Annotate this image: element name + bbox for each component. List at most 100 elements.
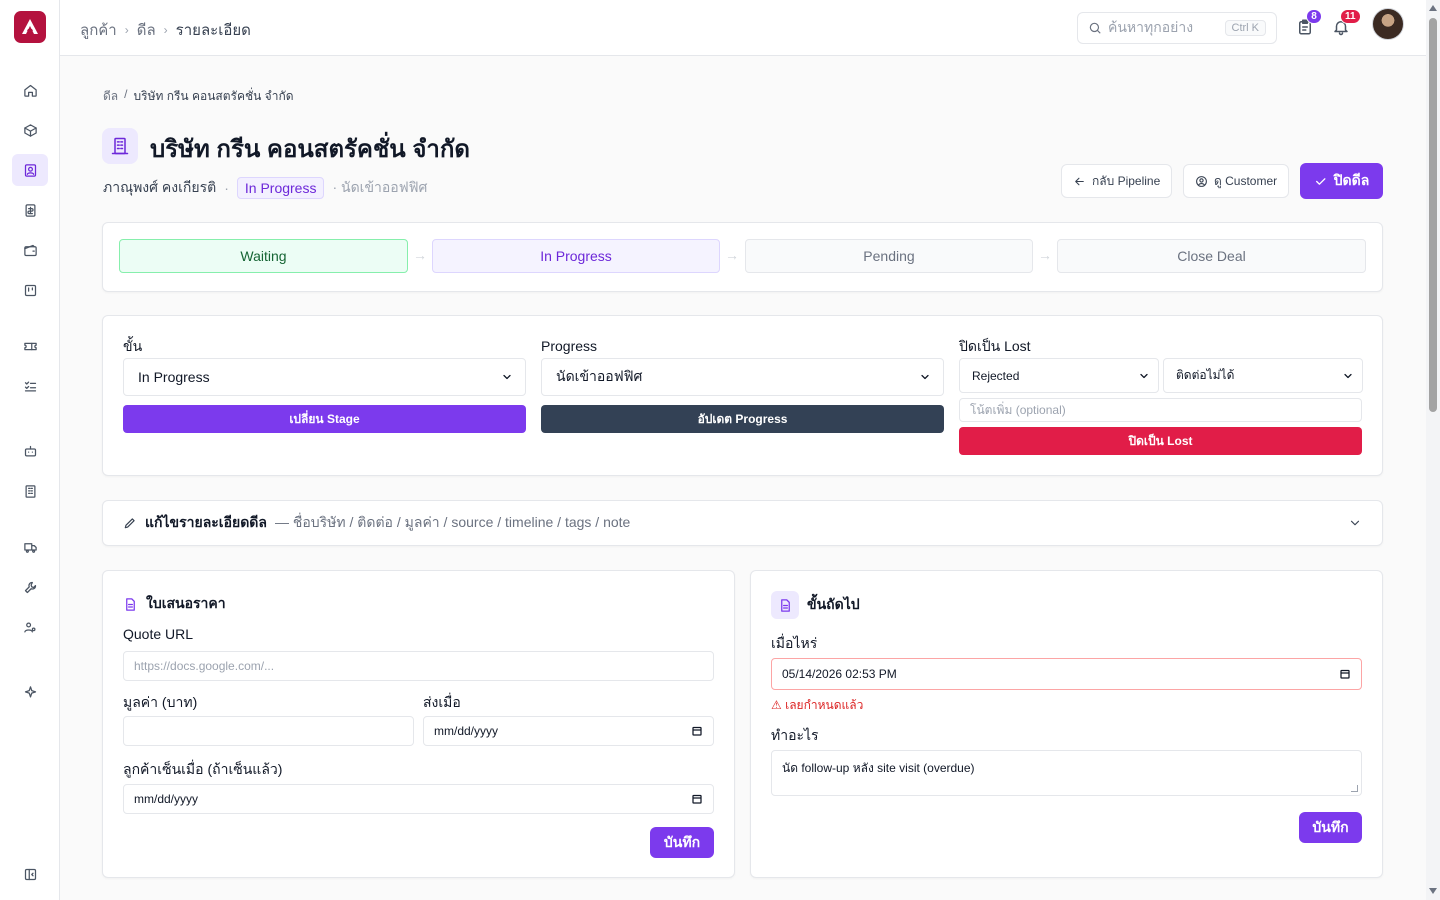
- notifications-badge: 11: [1340, 9, 1361, 24]
- stage-pending[interactable]: Pending: [745, 239, 1033, 273]
- stage-label: ขั้น: [123, 338, 143, 354]
- user-circle-icon: [1196, 175, 1207, 187]
- close-deal-label: ปิดดีล: [1333, 172, 1370, 188]
- stage-form-card: ขั้น In Progress เปลี่ยน Stage Progress …: [102, 315, 1383, 476]
- quote-url-label: Quote URL: [123, 626, 194, 642]
- back-to-pipeline-label: กลับ Pipeline: [1092, 173, 1161, 188]
- stage-select[interactable]: In Progress: [123, 358, 526, 396]
- board-icon[interactable]: [12, 274, 48, 306]
- lost-note-input[interactable]: โน้ตเพิ่ม (optional): [959, 398, 1362, 422]
- sidebar: [0, 0, 60, 900]
- calendar-icon[interactable]: [691, 725, 703, 737]
- lost-label: ปิดเป็น Lost: [959, 338, 1031, 354]
- next-step-datetime-input[interactable]: 05/14/2026 02:53 PM: [771, 658, 1362, 690]
- tasks-badge: 8: [1306, 9, 1322, 24]
- change-stage-button[interactable]: เปลี่ยน Stage: [123, 405, 526, 433]
- building-icon[interactable]: [12, 475, 48, 507]
- breadcrumb-customers[interactable]: ลูกค้า: [80, 18, 117, 42]
- search-icon: [1089, 22, 1101, 34]
- collapse-icon[interactable]: [12, 858, 48, 890]
- next-step-when-label: เมื่อไหร่: [771, 635, 818, 651]
- lost-detail-value: ติดต่อไม่ได้: [1176, 368, 1235, 382]
- breadcrumb-current: รายละเอียด: [175, 22, 251, 39]
- page-breadcrumb-sep: /: [124, 87, 128, 101]
- breadcrumb-deals[interactable]: ดีล: [137, 18, 156, 42]
- next-step-action-textarea[interactable]: นัด follow-up หลัง site visit (overdue): [771, 750, 1362, 796]
- calendar-icon[interactable]: [691, 793, 703, 805]
- chevron-down-icon: [1140, 373, 1148, 378]
- progress-select[interactable]: นัดเข้าออฟฟิศ: [541, 358, 944, 396]
- checklist-icon[interactable]: [12, 370, 48, 402]
- view-customer-button[interactable]: ดู Customer: [1183, 164, 1290, 198]
- mark-lost-button[interactable]: ปิดเป็น Lost: [959, 427, 1362, 455]
- quote-sent-label: ส่งเมื่อ: [423, 694, 461, 710]
- users-icon[interactable]: [12, 611, 48, 643]
- search-input[interactable]: ค้นหาทุกอย่าง Ctrl K: [1077, 12, 1277, 44]
- avatar[interactable]: [1372, 8, 1404, 40]
- arrow-right-icon: →: [1038, 247, 1052, 263]
- overdue-warning: ⚠ เลยกำหนดแล้ว: [771, 698, 864, 712]
- document-icon: [771, 591, 799, 619]
- page-breadcrumb-current: บริษัท กรีน คอนสตรัคชั่น จำกัด: [133, 89, 294, 103]
- next-step-title-text: ขั้นถัดไป: [807, 596, 860, 612]
- edit-details-subtitle: — ชื่อบริษัท / ติดต่อ / มูลค่า / source …: [274, 514, 631, 530]
- next-step-action-value: นัด follow-up หลัง site visit (overdue): [782, 761, 975, 775]
- app-logo[interactable]: [14, 11, 46, 43]
- quote-signed-date-value: mm/dd/yyyy: [134, 792, 199, 806]
- deal-owner: ภาณุพงศ์ คงเกียรติ: [103, 179, 217, 195]
- search-placeholder: ค้นหาทุกอย่าง: [1108, 19, 1194, 35]
- bot-icon[interactable]: [12, 435, 48, 467]
- ticket-icon[interactable]: [12, 330, 48, 362]
- quote-value-label: มูลค่า (บาท): [123, 694, 198, 710]
- back-to-pipeline-button[interactable]: กลับ Pipeline: [1061, 164, 1173, 198]
- search-shortcut: Ctrl K: [1224, 20, 1266, 36]
- topbar: ลูกค้า › ดีล › รายละเอียด ค้นหาทุกอย่าง …: [60, 0, 1426, 56]
- stage-in-progress[interactable]: In Progress: [432, 239, 720, 273]
- chevron-right-icon: ›: [124, 23, 129, 37]
- next-step-what-label: ทำอะไร: [771, 727, 819, 743]
- box-icon[interactable]: [12, 114, 48, 146]
- wallet-icon[interactable]: [12, 234, 48, 266]
- quote-signed-date-input[interactable]: mm/dd/yyyy: [123, 784, 714, 814]
- chevron-down-icon: [1344, 373, 1352, 378]
- lost-detail-select[interactable]: ติดต่อไม่ได้: [1163, 358, 1363, 393]
- update-progress-button[interactable]: อัปเดต Progress: [541, 405, 944, 433]
- page-breadcrumb: ดีล / บริษัท กรีน คอนสตรัคชั่น จำกัด: [103, 87, 294, 106]
- notifications-button[interactable]: 11: [1332, 9, 1361, 38]
- edit-deal-details-toggle[interactable]: แก้ไขรายละเอียดดีล — ชื่อบริษัท / ติดต่อ…: [102, 500, 1383, 546]
- vertical-scrollbar[interactable]: [1426, 0, 1440, 900]
- edit-details-title: แก้ไขรายละเอียดดีล: [145, 514, 267, 530]
- scrollbar-thumb[interactable]: [1429, 18, 1437, 412]
- building-icon: [102, 128, 138, 164]
- close-deal-button[interactable]: ปิดดีล: [1300, 163, 1383, 199]
- contact-icon[interactable]: [12, 154, 48, 186]
- lost-reason-select[interactable]: Rejected: [959, 358, 1159, 393]
- scroll-up-icon[interactable]: [1429, 5, 1437, 11]
- truck-icon[interactable]: [12, 531, 48, 563]
- resize-handle-icon[interactable]: [1351, 785, 1358, 792]
- page-breadcrumb-deals[interactable]: ดีล: [103, 87, 118, 106]
- wrench-icon[interactable]: [12, 571, 48, 603]
- status-badge: In Progress: [236, 177, 325, 199]
- quote-title-text: ใบเสนอราคา: [146, 595, 226, 611]
- stage-close-deal[interactable]: Close Deal: [1057, 239, 1366, 273]
- page-title: บริษัท กรีน คอนสตรัคชั่น จำกัด: [150, 136, 471, 163]
- calendar-icon[interactable]: [1339, 668, 1351, 680]
- quote-url-input[interactable]: https://docs.google.com/...: [123, 651, 714, 681]
- next-step-save-button[interactable]: บันทึก: [1299, 812, 1362, 843]
- next-step-title: ขั้นถัดไป: [771, 591, 860, 619]
- invoice-icon[interactable]: [12, 194, 48, 226]
- quote-save-button[interactable]: บันทึก: [650, 827, 714, 858]
- scroll-down-icon[interactable]: [1429, 888, 1437, 894]
- quote-value-input[interactable]: [123, 716, 414, 746]
- meta-separator: ·: [224, 180, 229, 196]
- check-icon: [1315, 177, 1326, 185]
- document-icon: [126, 597, 135, 611]
- sparkle-icon[interactable]: [12, 676, 48, 708]
- stage-waiting[interactable]: Waiting: [119, 239, 408, 273]
- quote-sent-date-input[interactable]: mm/dd/yyyy: [423, 716, 714, 746]
- home-icon[interactable]: [12, 74, 48, 106]
- breadcrumb: ลูกค้า › ดีล › รายละเอียด: [80, 18, 251, 42]
- next-step-datetime-value: 05/14/2026 02:53 PM: [782, 667, 897, 681]
- tasks-button[interactable]: 8: [1296, 9, 1322, 38]
